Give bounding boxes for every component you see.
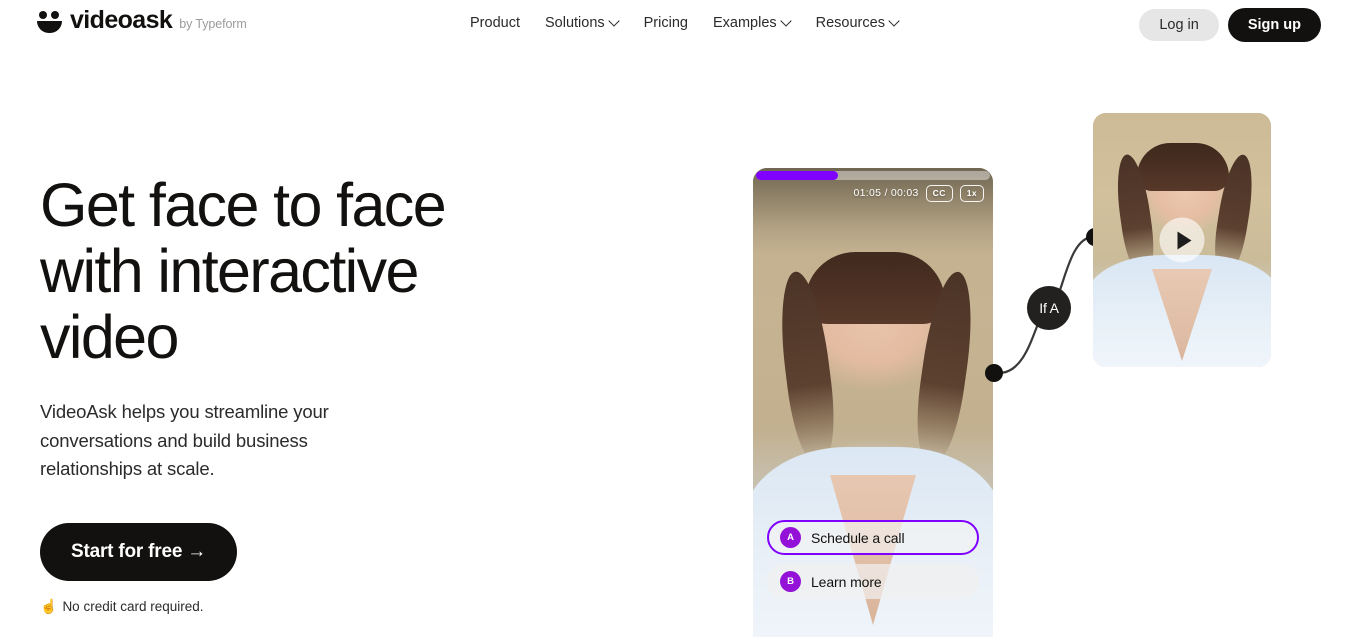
smiley-face-icon (36, 10, 63, 34)
answer-key-badge: A (780, 527, 801, 548)
note-label: No credit card required. (62, 598, 204, 614)
nav-item-label: Examples (712, 15, 777, 31)
videoask-followup-card[interactable] (1093, 113, 1271, 367)
player-scrim (753, 168, 993, 254)
play-icon[interactable] (1159, 217, 1205, 263)
nav-item-resources[interactable]: Resources (816, 13, 899, 34)
nav-item-solutions[interactable]: Solutions (545, 13, 619, 34)
nav-item-pricing[interactable]: Pricing (644, 13, 688, 34)
nav-item-label: Pricing (643, 15, 688, 31)
logic-condition-chip[interactable]: If A (1027, 286, 1071, 330)
hero-copy: Get face to face with interactive video … (40, 172, 510, 614)
captions-button[interactable]: CC (925, 185, 953, 202)
product-mockup: 01:05 / 00:03 CC 1x A Schedule a call B … (740, 100, 1300, 637)
main-nav: Product Solutions Pricing Examples Resou… (470, 13, 899, 34)
answer-options: A Schedule a call B Learn more (767, 520, 979, 599)
nav-item-label: Product (470, 15, 520, 31)
chevron-down-icon (782, 17, 791, 26)
pointing-hand-icon: ☝️ (40, 598, 58, 614)
brand-byline: by Typeform (179, 17, 247, 31)
chevron-down-icon (610, 17, 619, 26)
hero-subheading: VideoAsk helps you streamline your conve… (40, 401, 329, 479)
nav-item-product[interactable]: Product (470, 13, 520, 34)
videoask-main-card[interactable]: 01:05 / 00:03 CC 1x A Schedule a call B … (753, 168, 993, 637)
landing-page: videoask by Typeform Product Solutions P… (0, 0, 1365, 637)
brand-logo[interactable]: videoask by Typeform (36, 8, 247, 33)
brand-name: videoask (70, 6, 173, 34)
player-controls: 01:05 / 00:03 CC 1x (853, 185, 984, 202)
site-header: videoask by Typeform Product Solutions P… (0, 0, 1365, 48)
playback-speed-button[interactable]: 1x (959, 185, 984, 202)
answer-label: Learn more (811, 573, 882, 590)
video-timecode: 01:05 / 00:03 (853, 187, 919, 200)
answer-label: Schedule a call (811, 529, 905, 546)
chevron-down-icon (890, 17, 899, 26)
video-progress-bar[interactable] (756, 171, 990, 180)
nav-item-examples[interactable]: Examples (713, 13, 791, 34)
answer-option-b[interactable]: B Learn more (767, 564, 979, 599)
answer-option-a[interactable]: A Schedule a call (767, 520, 979, 555)
no-credit-card-note: ☝️ No credit card required. (40, 599, 510, 614)
auth-actions: Log in Sign up (1139, 8, 1321, 42)
signup-button[interactable]: Sign up (1227, 8, 1321, 42)
start-for-free-button[interactable]: Start for free → (40, 522, 238, 581)
answer-key-badge: B (780, 571, 801, 592)
video-progress-fill (756, 171, 838, 180)
page-title: Get face to face with interactive video (40, 171, 447, 371)
login-button[interactable]: Log in (1139, 9, 1219, 41)
nav-item-label: Resources (815, 15, 885, 31)
nav-item-label: Solutions (544, 15, 605, 31)
